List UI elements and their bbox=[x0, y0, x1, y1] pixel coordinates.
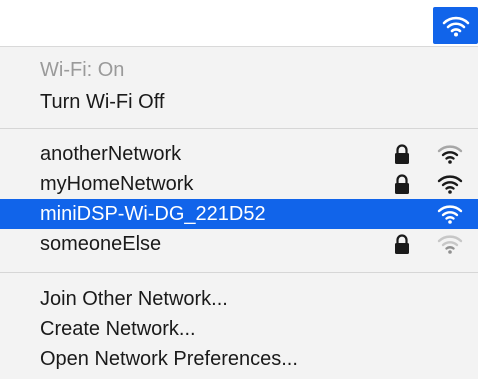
menubar-wifi-button[interactable] bbox=[433, 7, 478, 44]
wifi-signal-weak-icon bbox=[437, 235, 463, 254]
wifi-icon bbox=[442, 16, 469, 36]
network-item-miniDSP[interactable]: miniDSP-Wi-DG_221D52 bbox=[0, 199, 478, 229]
lock-icon bbox=[395, 234, 409, 254]
lock-icon bbox=[395, 174, 409, 194]
join-other-network-label: Join Other Network... bbox=[40, 287, 228, 310]
network-item-someoneElse[interactable]: someoneElse bbox=[0, 229, 478, 259]
wifi-signal-full-icon bbox=[437, 145, 463, 164]
wifi-dropdown-menu: Wi-Fi: On Turn Wi-Fi Off anotherNetwork … bbox=[0, 46, 478, 379]
wifi-status-label: Wi-Fi: On bbox=[40, 58, 125, 81]
open-network-preferences-item[interactable]: Open Network Preferences... bbox=[0, 344, 478, 374]
lock-icon bbox=[395, 144, 409, 164]
network-name: myHomeNetwork bbox=[40, 172, 194, 195]
separator bbox=[0, 272, 478, 273]
wifi-signal-full-icon bbox=[437, 205, 463, 224]
create-network-item[interactable]: Create Network... bbox=[0, 314, 478, 344]
wifi-signal-full-icon bbox=[437, 175, 463, 194]
network-name: anotherNetwork bbox=[40, 142, 182, 165]
open-network-preferences-label: Open Network Preferences... bbox=[40, 347, 298, 370]
separator bbox=[0, 128, 478, 129]
network-name: miniDSP-Wi-DG_221D52 bbox=[40, 202, 266, 225]
wifi-status-item: Wi-Fi: On bbox=[0, 55, 478, 85]
network-item-anotherNetwork[interactable]: anotherNetwork bbox=[0, 139, 478, 169]
network-item-myHomeNetwork[interactable]: myHomeNetwork bbox=[0, 169, 478, 199]
turn-wifi-off-label: Turn Wi-Fi Off bbox=[40, 90, 165, 113]
turn-wifi-off-item[interactable]: Turn Wi-Fi Off bbox=[0, 87, 478, 117]
create-network-label: Create Network... bbox=[40, 317, 196, 340]
join-other-network-item[interactable]: Join Other Network... bbox=[0, 284, 478, 314]
menu-bar bbox=[0, 0, 478, 48]
network-name: someoneElse bbox=[40, 232, 162, 255]
